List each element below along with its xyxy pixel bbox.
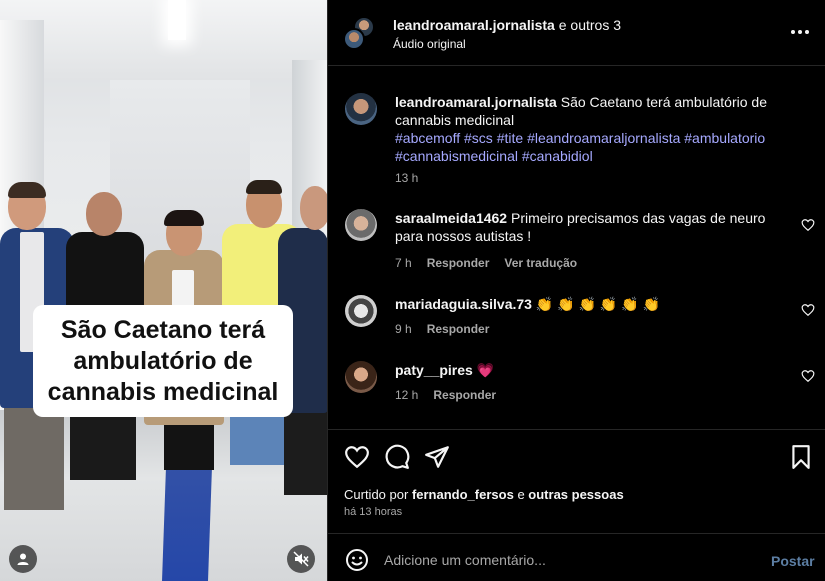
- hashtag-link[interactable]: #ambulatorio: [684, 130, 765, 146]
- comment-text: mariadaguia.silva.73 👏 👏 👏 👏 👏 👏: [395, 295, 795, 313]
- likes-summary: Curtido por fernando_fersos e outras pes…: [344, 487, 624, 502]
- comment-body: 💗: [476, 362, 495, 378]
- post-author[interactable]: leandroamaral.jornalista e outros 3: [393, 17, 621, 33]
- comment-username[interactable]: saraalmeida1462: [395, 210, 507, 226]
- author-username[interactable]: leandroamaral.jornalista: [393, 17, 555, 33]
- post-header: leandroamaral.jornalista e outros 3 Áudi…: [328, 0, 825, 66]
- video-ceiling: [0, 0, 327, 80]
- avatar[interactable]: [345, 93, 377, 125]
- reply-button[interactable]: Responder: [427, 322, 490, 336]
- comments-list[interactable]: leandroamaral.jornalista São Caetano ter…: [328, 67, 825, 429]
- caption-timestamp: 13 h: [395, 171, 419, 185]
- liked-by-user[interactable]: fernando_fersos: [412, 487, 514, 502]
- hashtag-link[interactable]: #abcemoff: [395, 130, 460, 146]
- comment-input[interactable]: [384, 547, 754, 573]
- coauthor-avatars[interactable]: [343, 16, 377, 50]
- likes-connector: e: [517, 487, 525, 502]
- like-comment-heart-icon[interactable]: [801, 369, 815, 383]
- avatar: [343, 28, 365, 50]
- translate-button[interactable]: Ver tradução: [504, 256, 577, 270]
- more-options-button[interactable]: [788, 22, 812, 42]
- emoji-icon[interactable]: [345, 548, 369, 572]
- liked-by-others[interactable]: outras pessoas: [528, 487, 623, 502]
- more-icon-dot: [798, 30, 802, 34]
- comment-body: 👏 👏 👏 👏 👏 👏: [535, 296, 660, 312]
- add-comment-bar: Postar: [328, 533, 825, 581]
- like-heart-icon[interactable]: [344, 444, 370, 470]
- post-caption: leandroamaral.jornalista São Caetano ter…: [395, 93, 785, 165]
- hashtag-link[interactable]: #leandroamaraljornalista: [527, 130, 680, 146]
- comment-text: saraalmeida1462 Primeiro precisamos das …: [395, 209, 795, 245]
- coauthors-link[interactable]: e outros 3: [559, 17, 621, 33]
- post-comment-button[interactable]: Postar: [771, 553, 815, 569]
- avatar[interactable]: [345, 361, 377, 393]
- reply-button[interactable]: Responder: [427, 256, 490, 270]
- share-paper-plane-icon[interactable]: [424, 444, 450, 470]
- more-icon: [791, 30, 795, 34]
- comment-time: 7 h: [395, 256, 412, 270]
- like-comment-heart-icon[interactable]: [801, 303, 815, 317]
- likes-prefix: Curtido por: [344, 487, 409, 502]
- reel-video[interactable]: São Caetano terá ambulatório de cannabis…: [0, 0, 327, 581]
- comment-text: paty__pires 💗: [395, 361, 795, 379]
- save-bookmark-icon[interactable]: [788, 444, 814, 470]
- hashtags: #abcemoff #scs #tite #leandroamaraljorna…: [395, 129, 785, 165]
- hashtag-link[interactable]: #cannabismedicinal: [395, 148, 518, 164]
- user-icon: [17, 553, 29, 565]
- comment-meta: 12 h Responder: [395, 388, 496, 402]
- comment-time: 9 h: [395, 322, 412, 336]
- audio-link[interactable]: Áudio original: [393, 37, 466, 51]
- avatar[interactable]: [345, 209, 377, 241]
- audio-muted-icon: [293, 551, 309, 567]
- comment-bubble-icon[interactable]: [384, 444, 410, 470]
- avatar[interactable]: [345, 295, 377, 327]
- video-ceiling-light: [168, 0, 186, 40]
- hashtag-link[interactable]: #tite: [497, 130, 523, 146]
- video-caption-overlay: São Caetano terá ambulatório de cannabis…: [33, 305, 293, 417]
- like-comment-heart-icon[interactable]: [801, 218, 815, 232]
- comment-username[interactable]: paty__pires: [395, 362, 473, 378]
- comment-username[interactable]: mariadaguia.silva.73: [395, 296, 532, 312]
- tagged-users-button[interactable]: [9, 545, 37, 573]
- post-timestamp: há 13 horas: [344, 506, 403, 518]
- post-actions: Curtido por fernando_fersos e outras pes…: [328, 429, 825, 529]
- hashtag-link[interactable]: #canabidiol: [522, 148, 593, 164]
- reply-button[interactable]: Responder: [433, 388, 496, 402]
- comment-time: 12 h: [395, 388, 419, 402]
- comment-meta: 7 h Responder Ver tradução: [395, 256, 577, 270]
- more-icon-dot: [805, 30, 809, 34]
- caption-username[interactable]: leandroamaral.jornalista: [395, 94, 557, 110]
- post-panel: leandroamaral.jornalista e outros 3 Áudi…: [327, 0, 825, 581]
- hashtag-link[interactable]: #scs: [464, 130, 493, 146]
- mute-button[interactable]: [287, 545, 315, 573]
- comment-meta: 9 h Responder: [395, 322, 489, 336]
